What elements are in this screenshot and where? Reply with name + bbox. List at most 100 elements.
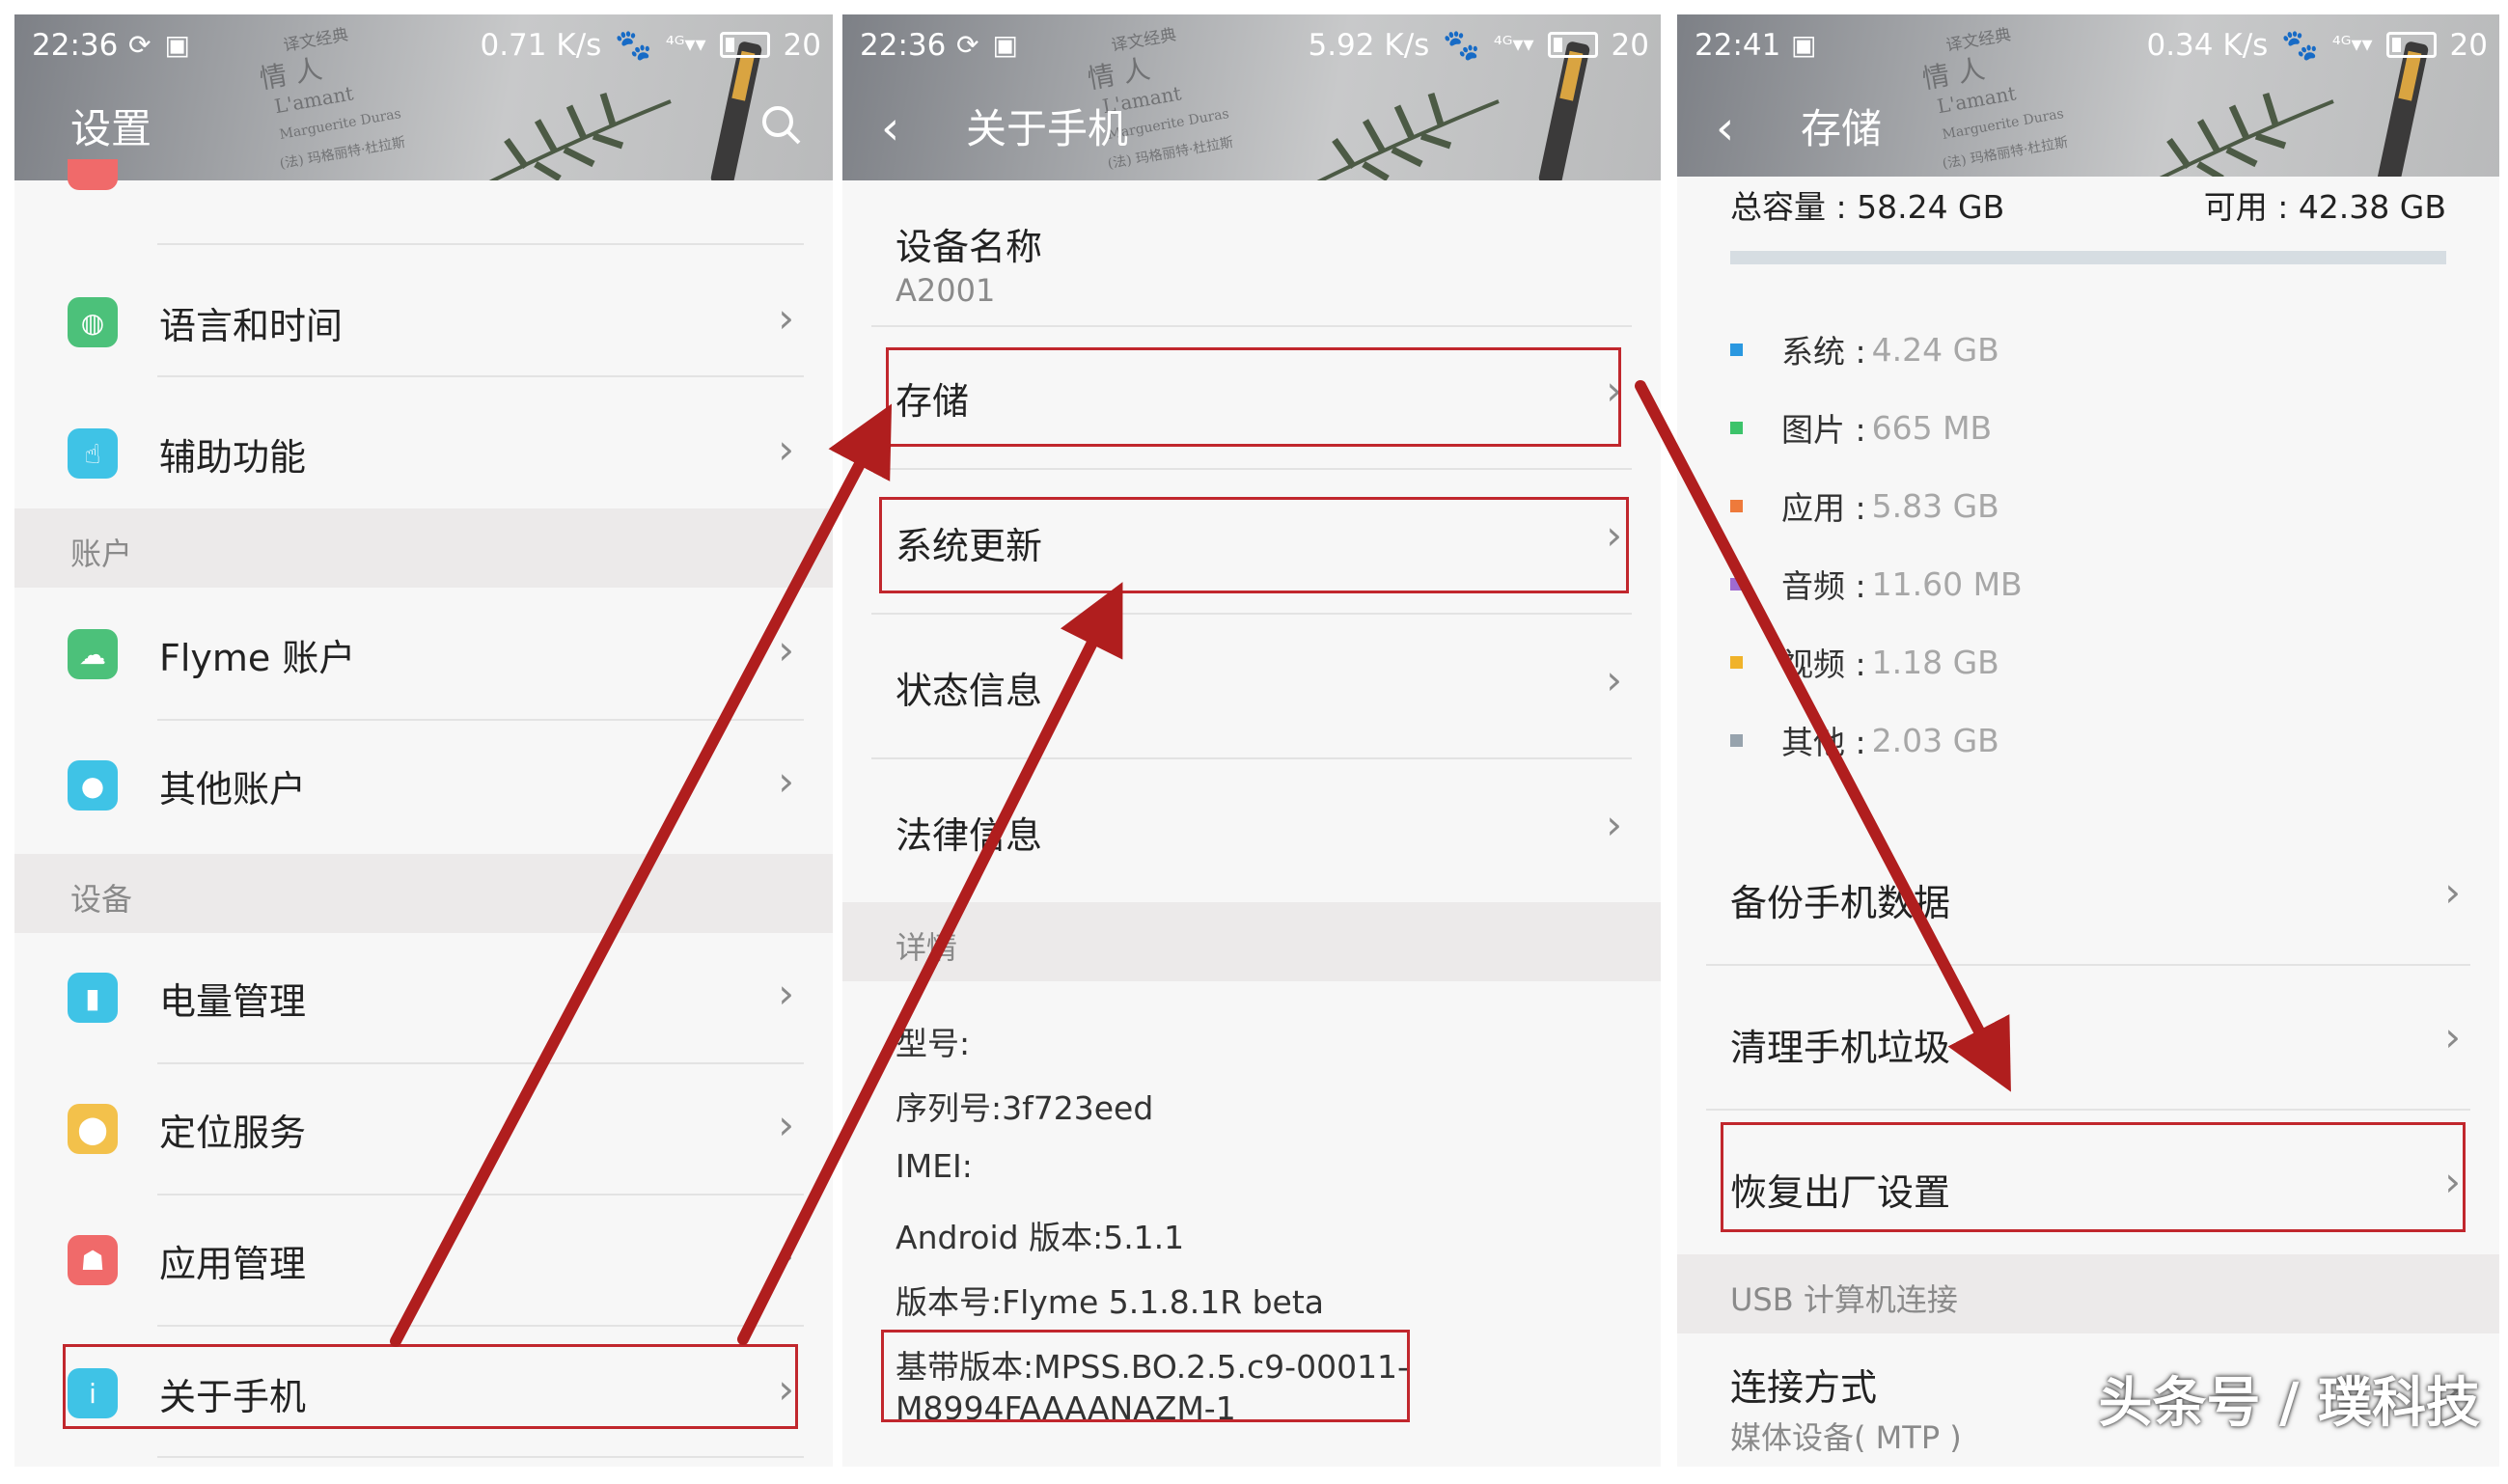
cloud-icon: ☁ [68,629,118,679]
item-label: 连接方式 [1730,1366,1878,1409]
signal-icon: ⁴ᴳ▾▾ [1493,33,1534,57]
settings-item-apps[interactable]: ☗ 应用管理 › [14,1195,833,1326]
storage-value: 11.60 MB [1871,564,2023,603]
item-label: 状态信息 [896,670,1043,712]
chevron-right-icon: › [778,970,794,1017]
storage-label: 其他 : [1781,724,1866,761]
search-icon[interactable] [759,103,802,146]
settings-item-security[interactable] [14,159,833,198]
settings-item-location[interactable]: ⬤ 定位服务 › [14,1064,833,1195]
status-right: 5.92 K/s 🐾 ⁴ᴳ▾▾ 20 [1308,27,1649,64]
section-header-details: 详情 [842,902,1661,981]
settings-item-accessibility[interactable]: ☝ 辅助功能 › [14,389,833,519]
legend-swatch [1730,655,1743,669]
book-cover-decoration: 译文经典 情 人 L'amant Marguerite Duras (法) 玛格… [1887,14,2105,177]
chevron-right-icon: › [778,1232,794,1279]
person-icon: ● [68,760,118,811]
paw-icon: 🐾 [615,28,652,63]
chevron-right-icon: › [778,626,794,673]
storage-label: 视频 : [1781,646,1866,683]
android-icon: ☗ [68,1235,118,1285]
device-name-label: 设备名称 [896,226,1043,268]
item-legal-info[interactable]: 法律信息 › [842,772,1661,902]
storage-item-audio: 音频 :11.60 MB [1730,561,2023,607]
status-time: 22:36 [32,28,119,63]
battery-icon [719,32,770,58]
storage-item-video: 视频 :1.18 GB [1730,639,1999,685]
storage-value: 5.83 GB [1871,486,1999,525]
lock-icon [68,159,118,190]
watermark: 头条号 / 璞科技 [2098,1372,2480,1435]
leaf-decoration [1316,92,1500,180]
item-label: 清理手机垃圾 [1730,1027,1951,1069]
settings-item-language[interactable]: ◍ 语言和时间 › [14,258,833,388]
highlight-box [63,1344,798,1429]
detail-build-number: 版本号:Flyme 5.1.8.1R beta [896,1283,1325,1321]
back-icon[interactable]: ‹ [881,101,899,155]
legend-swatch [1730,733,1743,747]
highlight-box [1721,1122,2466,1232]
status-time: 22:36 [860,28,947,63]
section-header-device: 设备 [14,854,833,933]
image-icon: ▣ [164,29,190,61]
storage-value: 1.18 GB [1871,643,1999,681]
item-label: 定位服务 [159,1112,307,1154]
network-speed: 5.92 K/s [1308,27,1430,63]
item-label: 语言和时间 [159,305,344,347]
storage-label: 图片 : [1781,411,1866,449]
item-status-info[interactable]: 状态信息 › [842,627,1661,757]
storage-label: 音频 : [1781,567,1866,605]
status-time: 22:41 [1695,28,1781,63]
leaf-decoration [2159,92,2334,177]
item-clean-junk[interactable]: 清理手机垃圾 › [1677,984,2499,1114]
item-label: 其他账户 [159,768,307,811]
sync-icon: ⟳ [956,29,979,61]
settings-item-battery[interactable]: ▮ 电量管理 › [14,933,833,1063]
paw-icon: 🐾 [1443,28,1480,63]
sync-icon: ⟳ [128,29,152,61]
item-label: 备份手机数据 [1730,882,1951,924]
network-speed: 0.34 K/s [2146,27,2269,63]
hand-icon: ☝ [68,428,118,479]
storage-value: 665 MB [1871,408,1993,447]
settings-item-flyme-account[interactable]: ☁ Flyme 账户 › [14,590,833,720]
back-icon[interactable]: ‹ [1716,101,1734,155]
legend-swatch [1730,499,1743,512]
chevron-right-icon: › [778,294,794,342]
section-label: 设备 [70,881,133,918]
image-icon: ▣ [1791,29,1817,61]
section-label: USB 计算机连接 [1730,1281,1958,1318]
chevron-right-icon: › [2444,1013,2461,1060]
settings-item-other-accounts[interactable]: ● 其他账户 › [14,721,833,851]
highlight-box [879,497,1629,593]
chevron-right-icon: › [778,757,794,805]
detail-model: 型号: [896,1025,971,1062]
storage-item-pictures: 图片 :665 MB [1730,404,1992,451]
item-backup[interactable]: 备份手机数据 › [1677,839,2499,970]
app-header: 译文经典 情 人 L'amant Marguerite Duras (法) 玛格… [1677,14,2499,177]
device-name-row[interactable]: 设备名称 A2001 [842,203,1661,338]
network-speed: 0.71 K/s [480,27,602,63]
item-label: 法律信息 [896,814,1043,857]
storage-label: 应用 : [1781,489,1866,527]
page-title: 设置 [70,105,152,152]
chevron-right-icon: › [778,426,794,473]
detail-imei: IMEI: [896,1147,973,1185]
legend-swatch [1730,577,1743,591]
chevron-right-icon: › [1606,801,1622,848]
section-header-account: 账户 [14,508,833,588]
page-title: 关于手机 [966,105,1129,152]
app-header: 译文经典 情 人 L'amant Marguerite Duras (法) 玛格… [842,14,1661,180]
storage-label: 系统 : [1781,333,1866,371]
battery-level: 20 [783,27,821,63]
signal-icon: ⁴ᴳ▾▾ [2331,33,2373,57]
storage-screen: 译文经典 情 人 L'amant Marguerite Duras (法) 玛格… [1677,14,2499,1467]
highlight-box [881,1330,1410,1422]
item-label: Flyme 账户 [159,637,356,679]
item-label: 应用管理 [159,1243,307,1285]
storage-value: 2.03 GB [1871,721,1999,759]
chevron-right-icon: › [1606,656,1622,703]
item-label: 电量管理 [159,980,307,1023]
settings-screen: 译文经典 情 人 L'amant Marguerite Duras (法) 玛格… [14,14,833,1467]
battery-icon [1547,32,1598,58]
